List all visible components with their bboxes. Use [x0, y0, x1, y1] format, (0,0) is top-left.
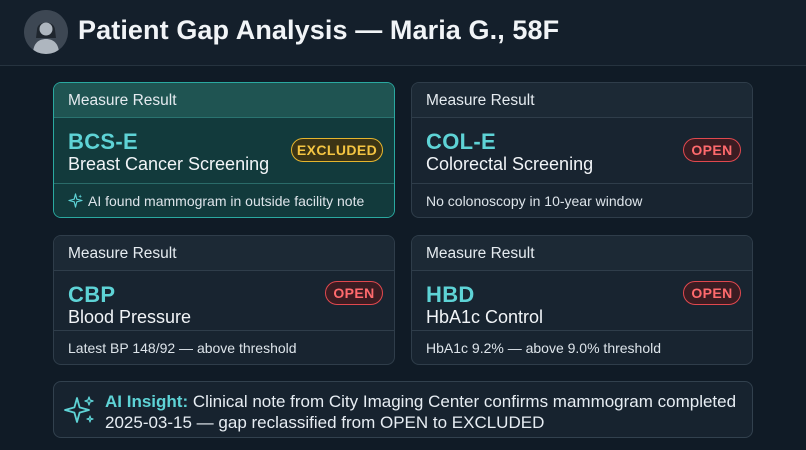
status-badge: OPEN — [683, 281, 741, 305]
measure-name: Blood Pressure — [68, 307, 192, 327]
ai-insight-panel: AI Insight: Clinical note from City Imag… — [53, 381, 753, 438]
sparkle-icon — [68, 193, 83, 208]
measure-code: CBP — [68, 282, 116, 307]
measure-code: HBD — [426, 282, 475, 307]
measure-note-text: AI found mammogram in outside facility n… — [88, 193, 365, 209]
user-avatar-icon — [24, 10, 68, 54]
card-header-label: Measure Result — [412, 83, 752, 118]
measure-note: AI found mammogram in outside facility n… — [54, 183, 394, 217]
measure-name: Breast Cancer Screening — [68, 154, 270, 174]
status-badge: EXCLUDED — [291, 138, 383, 162]
ai-insight-message: Clinical note from City Imaging Center c… — [105, 392, 737, 432]
status-badge: OPEN — [325, 281, 383, 305]
sparkle-icon — [64, 396, 94, 423]
measure-note-text: No colonoscopy in 10-year window — [426, 193, 643, 209]
card-header-label: Measure Result — [54, 236, 394, 271]
page-header: Patient Gap Analysis — Maria G., 58F — [0, 0, 806, 66]
page-title: Patient Gap Analysis — Maria G., 58F — [78, 15, 560, 45]
measure-code: COL-E — [426, 129, 496, 154]
measure-note: Latest BP 148/92 — above threshold — [54, 330, 394, 364]
measure-card-cbp[interactable]: Measure Result CBP Blood Pressure OPEN L… — [53, 235, 395, 365]
card-header-label: Measure Result — [54, 83, 394, 118]
measure-name: Colorectal Screening — [426, 154, 594, 174]
measure-code: BCS-E — [68, 129, 138, 154]
measure-note: No colonoscopy in 10-year window — [412, 183, 752, 217]
measure-card-bcs-e[interactable]: Measure Result BCS-E Breast Cancer Scree… — [53, 82, 395, 218]
measure-card-hbd[interactable]: Measure Result HBD HbA1c Control OPEN Hb… — [411, 235, 753, 365]
ai-insight-text: AI Insight: Clinical note from City Imag… — [105, 391, 745, 433]
measure-note-text: HbA1c 9.2% — above 9.0% threshold — [426, 340, 662, 356]
status-badge: OPEN — [683, 138, 741, 162]
measure-name: HbA1c Control — [426, 307, 544, 327]
measure-note-text: Latest BP 148/92 — above threshold — [68, 340, 297, 356]
ai-insight-label: AI Insight: — [105, 392, 189, 411]
measure-note: HbA1c 9.2% — above 9.0% threshold — [412, 330, 752, 364]
card-header-label: Measure Result — [412, 236, 752, 271]
measure-card-col-e[interactable]: Measure Result COL-E Colorectal Screenin… — [411, 82, 753, 218]
